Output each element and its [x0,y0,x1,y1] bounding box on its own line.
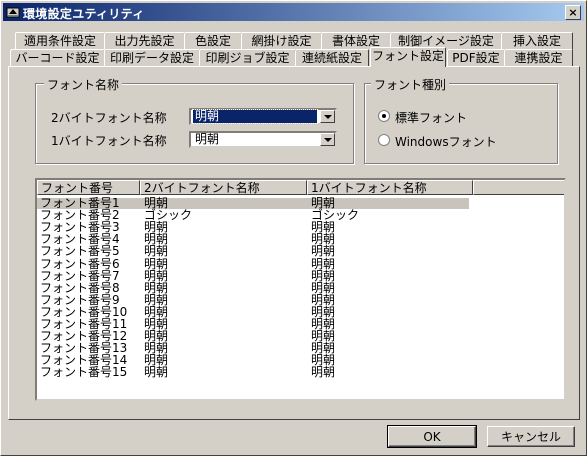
single-byte-name-cell: 明朝 [311,365,336,380]
windows-font-radio[interactable] [378,134,390,146]
column-double-byte-name[interactable]: 2バイトフォント名称 [140,180,307,195]
column-blank [473,180,564,195]
table-row[interactable]: フォント番号5 明朝 明朝 [37,244,469,259]
font-number-cell: フォント番号15 [40,365,128,380]
font-number-cell: フォント番号6 [40,256,120,271]
tab-linkage[interactable]: 連携設定 [504,49,573,67]
tab-continuous-paper[interactable]: 連続紙設定 [295,49,369,67]
font-list-header: フォント番号 2バイトフォント名称 1バイトフォント名称 [37,180,564,196]
standard-font-radio[interactable] [378,110,390,122]
tab-apply-conditions[interactable]: 適用条件設定 [15,32,105,50]
font-name-group: フォント名称 2バイトフォント名称 明朝 1バイトフォント名称 明朝 [35,76,354,164]
font-list[interactable]: フォント番号 2バイトフォント名称 1バイトフォント名称 フォント番号1 明朝 明朝… [35,178,566,401]
double-byte-font-label: 2バイトフォント名称 [51,111,167,125]
app-icon [6,7,20,18]
single-byte-name-cell: 明朝 [311,244,336,259]
title-bar[interactable]: 環境設定ユティリティ × [3,3,584,21]
double-byte-name-cell: 明朝 [144,256,169,271]
tab-print-job[interactable]: 印刷ジョブ設定 [199,49,296,67]
tab-pdf[interactable]: PDF設定 [447,49,505,67]
table-row[interactable]: フォント番号6 明朝 明朝 [37,256,469,271]
close-button[interactable]: × [565,5,581,20]
font-number-cell: フォント番号5 [40,244,120,259]
standard-font-label[interactable]: 標準フォント [395,109,467,126]
tab-barcode[interactable]: バーコード設定 [10,49,105,67]
double-byte-font-value: 明朝 [192,109,318,124]
settings-window: 環境設定ユティリティ × 適用条件設定 出力先設定 色設定 網掛け設定 書体設定… [0,0,587,456]
window-title: 環境設定ユティリティ [23,7,145,21]
double-byte-name-cell: 明朝 [144,244,169,259]
font-name-group-title: フォント名称 [44,76,123,93]
ok-button[interactable]: OK [387,425,477,448]
table-row[interactable]: フォント番号7 明朝 明朝 [37,268,469,283]
chevron-down-icon[interactable] [320,133,335,146]
font-settings-panel: フォント名称 2バイトフォント名称 明朝 1バイトフォント名称 明朝 フォント種… [8,66,580,420]
tab-insert[interactable]: 挿入設定 [501,32,573,50]
tab-halftone[interactable]: 網掛け設定 [241,32,322,50]
tab-color[interactable]: 色設定 [184,32,242,50]
tab-print-data[interactable]: 印刷データ設定 [104,49,200,67]
font-type-group-title: フォント種別 [371,76,450,93]
single-byte-font-value: 明朝 [195,132,220,146]
single-byte-font-label: 1バイトフォント名称 [51,134,167,148]
column-single-byte-name[interactable]: 1バイトフォント名称 [307,180,473,195]
font-number-cell: フォント番号7 [40,268,120,283]
tab-font-settings[interactable]: フォント設定 [370,47,446,67]
column-font-number[interactable]: フォント番号 [37,180,140,195]
chevron-down-icon[interactable] [320,110,335,123]
tab-output-destination[interactable]: 出力先設定 [104,32,185,50]
single-byte-name-cell: 明朝 [311,256,336,271]
double-byte-font-select[interactable]: 明朝 [189,108,337,125]
cancel-button[interactable]: キャンセル [487,426,575,447]
font-type-group: フォント種別 標準フォント Windowsフォント [364,76,558,164]
table-row[interactable]: フォント番号15 明朝 明朝 [37,365,469,380]
single-byte-name-cell: 明朝 [311,268,336,283]
single-byte-font-select[interactable]: 明朝 [189,131,337,148]
windows-font-label[interactable]: Windowsフォント [395,133,497,150]
double-byte-name-cell: 明朝 [144,268,169,283]
double-byte-name-cell: 明朝 [144,365,169,380]
